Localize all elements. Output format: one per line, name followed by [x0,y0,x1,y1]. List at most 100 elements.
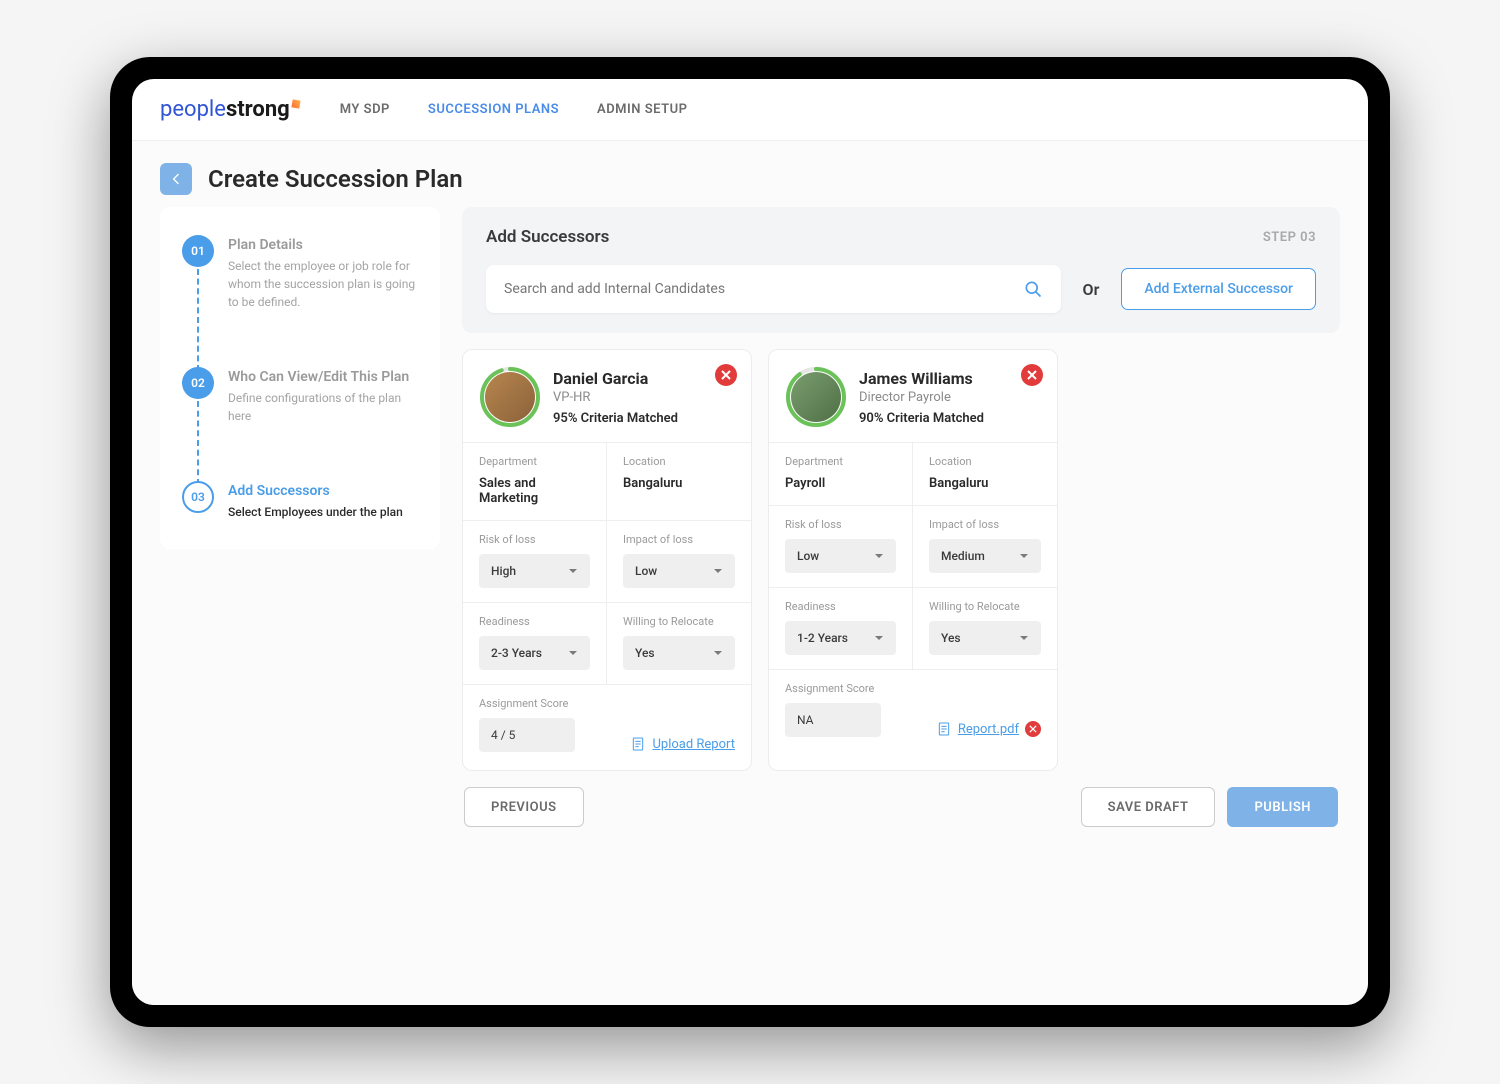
assignment-score-input[interactable]: NA [785,703,881,737]
avatar-progress-ring [785,366,847,428]
field-label: Department [785,455,896,468]
step-who-can-view[interactable]: 02 Who Can View/Edit This Plan Define co… [182,367,418,481]
page-header: Create Succession Plan [132,141,1368,207]
avatar [485,372,535,422]
remove-successor-button[interactable] [1021,364,1043,386]
field-label: Willing to Relocate [929,600,1041,613]
step-desc: Define configurations of the plan here [228,389,418,425]
chevron-down-icon [713,648,723,658]
avatar-progress-ring [479,366,541,428]
step-title: Who Can View/Edit This Plan [228,369,418,385]
brand-logo: peoplestrong [160,97,300,122]
chevron-down-icon [1019,633,1029,643]
step-number: 02 [182,367,214,399]
add-external-successor-button[interactable]: Add External Successor [1121,268,1316,310]
upload-report-link[interactable]: Upload Report [630,736,735,752]
chevron-down-icon [568,566,578,576]
search-input[interactable] [504,281,1023,297]
readiness-select[interactable]: 1-2 Years [785,621,896,655]
search-internal-candidates[interactable] [486,265,1061,313]
readiness-select[interactable]: 2-3 Years [479,636,590,670]
steps-panel: 01 Plan Details Select the employee or j… [160,207,440,549]
location-value: Bangaluru [623,476,735,491]
main-nav: MY SDP SUCCESSION PLANS ADMIN SETUP [340,102,688,117]
field-label: Risk of loss [479,533,590,546]
assignment-score-input[interactable]: 4 / 5 [479,718,575,752]
field-label: Impact of loss [929,518,1041,531]
successor-role: Director Payrole [859,390,984,405]
relocate-select[interactable]: Yes [929,621,1041,655]
field-label: Department [479,455,590,468]
remove-file-button[interactable] [1025,721,1041,737]
add-successors-panel: Add Successors STEP 03 Or Add External S… [462,207,1340,333]
step-title: Add Successors [228,483,403,499]
step-desc: Select the employee or job role for whom… [228,257,418,311]
successor-role: VP-HR [553,390,678,405]
chevron-down-icon [874,633,884,643]
relocate-select[interactable]: Yes [623,636,735,670]
department-value: Sales and Marketing [479,476,590,506]
action-bar: PREVIOUS SAVE DRAFT PUBLISH [462,787,1340,827]
step-title: Plan Details [228,237,418,253]
chevron-down-icon [713,566,723,576]
main-column: Add Successors STEP 03 Or Add External S… [462,207,1340,977]
step-plan-details[interactable]: 01 Plan Details Select the employee or j… [182,235,418,367]
step-desc: Select Employees under the plan [228,503,403,521]
or-separator: Or [1083,280,1100,299]
successor-card: Daniel Garcia VP-HR 95% Criteria Matched… [462,349,752,771]
logo-accent-icon [291,99,300,108]
successor-card: James Williams Director Payrole 90% Crit… [768,349,1058,771]
nav-my-sdp[interactable]: MY SDP [340,102,390,117]
impact-of-loss-select[interactable]: Medium [929,539,1041,573]
nav-succession-plans[interactable]: SUCCESSION PLANS [428,102,559,117]
tablet-frame: peoplestrong MY SDP SUCCESSION PLANS ADM… [110,57,1390,1027]
field-label: Impact of loss [623,533,735,546]
department-value: Payroll [785,476,896,491]
location-value: Bangaluru [929,476,1041,491]
field-label: Readiness [479,615,590,628]
page-title: Create Succession Plan [208,165,463,193]
search-icon[interactable] [1023,279,1043,299]
field-label: Risk of loss [785,518,896,531]
page-body: Create Succession Plan 01 Plan Details S… [132,141,1368,1005]
close-icon [1027,370,1037,380]
field-label: Willing to Relocate [623,615,735,628]
document-icon [630,736,646,752]
step-number: 01 [182,235,214,267]
content-row: 01 Plan Details Select the employee or j… [132,207,1368,1005]
chevron-down-icon [1019,551,1029,561]
panel-title: Add Successors [486,227,609,247]
step-add-successors[interactable]: 03 Add Successors Select Employees under… [182,481,418,521]
impact-of-loss-select[interactable]: Low [623,554,735,588]
remove-successor-button[interactable] [715,364,737,386]
close-icon [1029,725,1037,733]
publish-button[interactable]: PUBLISH [1227,787,1338,827]
chevron-down-icon [874,551,884,561]
criteria-match: 95% Criteria Matched [553,411,678,426]
report-file-link[interactable]: Report.pdf [936,721,1041,737]
nav-admin-setup[interactable]: ADMIN SETUP [597,102,687,117]
successor-cards: Daniel Garcia VP-HR 95% Criteria Matched… [462,349,1340,771]
field-label: Location [929,455,1041,468]
arrow-left-icon [168,171,184,187]
successor-name: Daniel Garcia [553,369,678,388]
close-icon [721,370,731,380]
back-button[interactable] [160,163,192,195]
risk-of-loss-select[interactable]: Low [785,539,896,573]
criteria-match: 90% Criteria Matched [859,411,984,426]
document-icon [936,721,952,737]
successor-name: James Williams [859,369,984,388]
field-label: Location [623,455,735,468]
topbar: peoplestrong MY SDP SUCCESSION PLANS ADM… [132,79,1368,141]
previous-button[interactable]: PREVIOUS [464,787,584,827]
step-number: 03 [182,481,214,513]
save-draft-button[interactable]: SAVE DRAFT [1081,787,1216,827]
field-label: Readiness [785,600,896,613]
step-indicator: STEP 03 [1263,230,1316,245]
avatar [791,372,841,422]
field-label: Assignment Score [479,697,575,710]
screen: peoplestrong MY SDP SUCCESSION PLANS ADM… [132,79,1368,1005]
risk-of-loss-select[interactable]: High [479,554,590,588]
field-label: Assignment Score [785,682,881,695]
chevron-down-icon [568,648,578,658]
